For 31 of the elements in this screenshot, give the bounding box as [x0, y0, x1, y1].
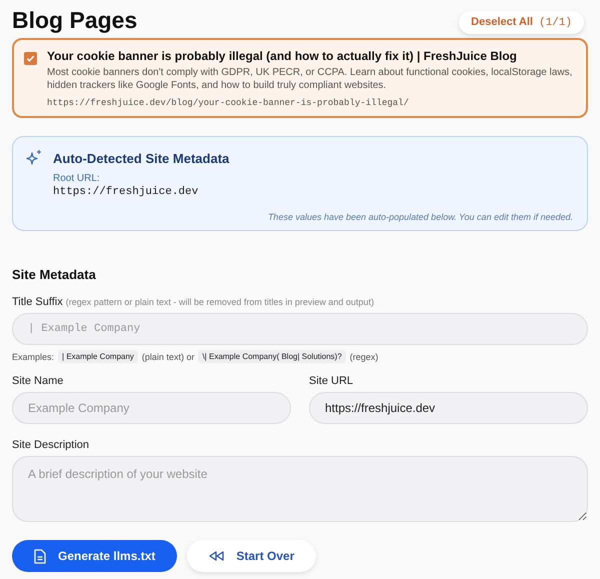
field-label: Site URL	[309, 375, 354, 387]
panel-note: These values have been auto-populated below. You can edit them if needed.	[266, 212, 574, 222]
field-hint: (regex pattern or plain text - will be removed from titles in preview and output)	[66, 297, 374, 307]
rewind-icon	[209, 551, 224, 561]
code-sample: \| Example Company( Blog| Solutions)?	[198, 350, 346, 363]
page-checkbox[interactable]	[24, 52, 37, 65]
page-url: https://freshjuice.dev/blog/your-cookie-banner-is-probably-illegal/	[47, 98, 410, 108]
site-description-field[interactable]: A brief description of your website	[12, 456, 588, 522]
example-text: (plain text) or	[142, 352, 194, 362]
root-url: https://freshjuice.dev	[53, 186, 200, 198]
field-label: Site Name	[12, 375, 64, 387]
generate-button[interactable]: Generate llms.txt	[12, 540, 178, 572]
root-url-label: Root URL:	[53, 173, 101, 184]
field-label: Site Description	[12, 439, 90, 451]
site-name-field[interactable]: Example Company	[12, 392, 291, 424]
title-suffix-field[interactable]: | Example Company	[12, 313, 588, 345]
panel-title: Auto-Detected Site Metadata	[53, 150, 230, 166]
page-title: Blog Pages	[12, 6, 138, 34]
example-text: Examples:	[12, 352, 54, 362]
selection-count: (1/1)	[538, 16, 572, 28]
site-url-field[interactable]: https://freshjuice.dev	[309, 392, 588, 424]
page-title-text: Your cookie banner is probably illegal (and how to actually fix it) | FreshJuice Blog	[47, 49, 518, 63]
code-sample: | Example Company	[58, 350, 138, 363]
example-text: (regex)	[350, 352, 378, 362]
field-label: Title Suffix	[12, 296, 64, 308]
page-description: Most cookie banners don't comply with GDPR, UK PECR, or CCPA. Learn about functional cookies, localStorage laws, hidden trackers like Google Fonts, and how to build truly compliant websites.	[47, 66, 574, 92]
start-over-button[interactable]: Start Over	[187, 540, 316, 572]
deselect-all-button[interactable]: Deselect All (1/1)	[459, 10, 584, 34]
sparkle-icon	[25, 149, 43, 167]
section-heading: Site Metadata	[12, 267, 97, 282]
document-icon	[34, 548, 46, 564]
